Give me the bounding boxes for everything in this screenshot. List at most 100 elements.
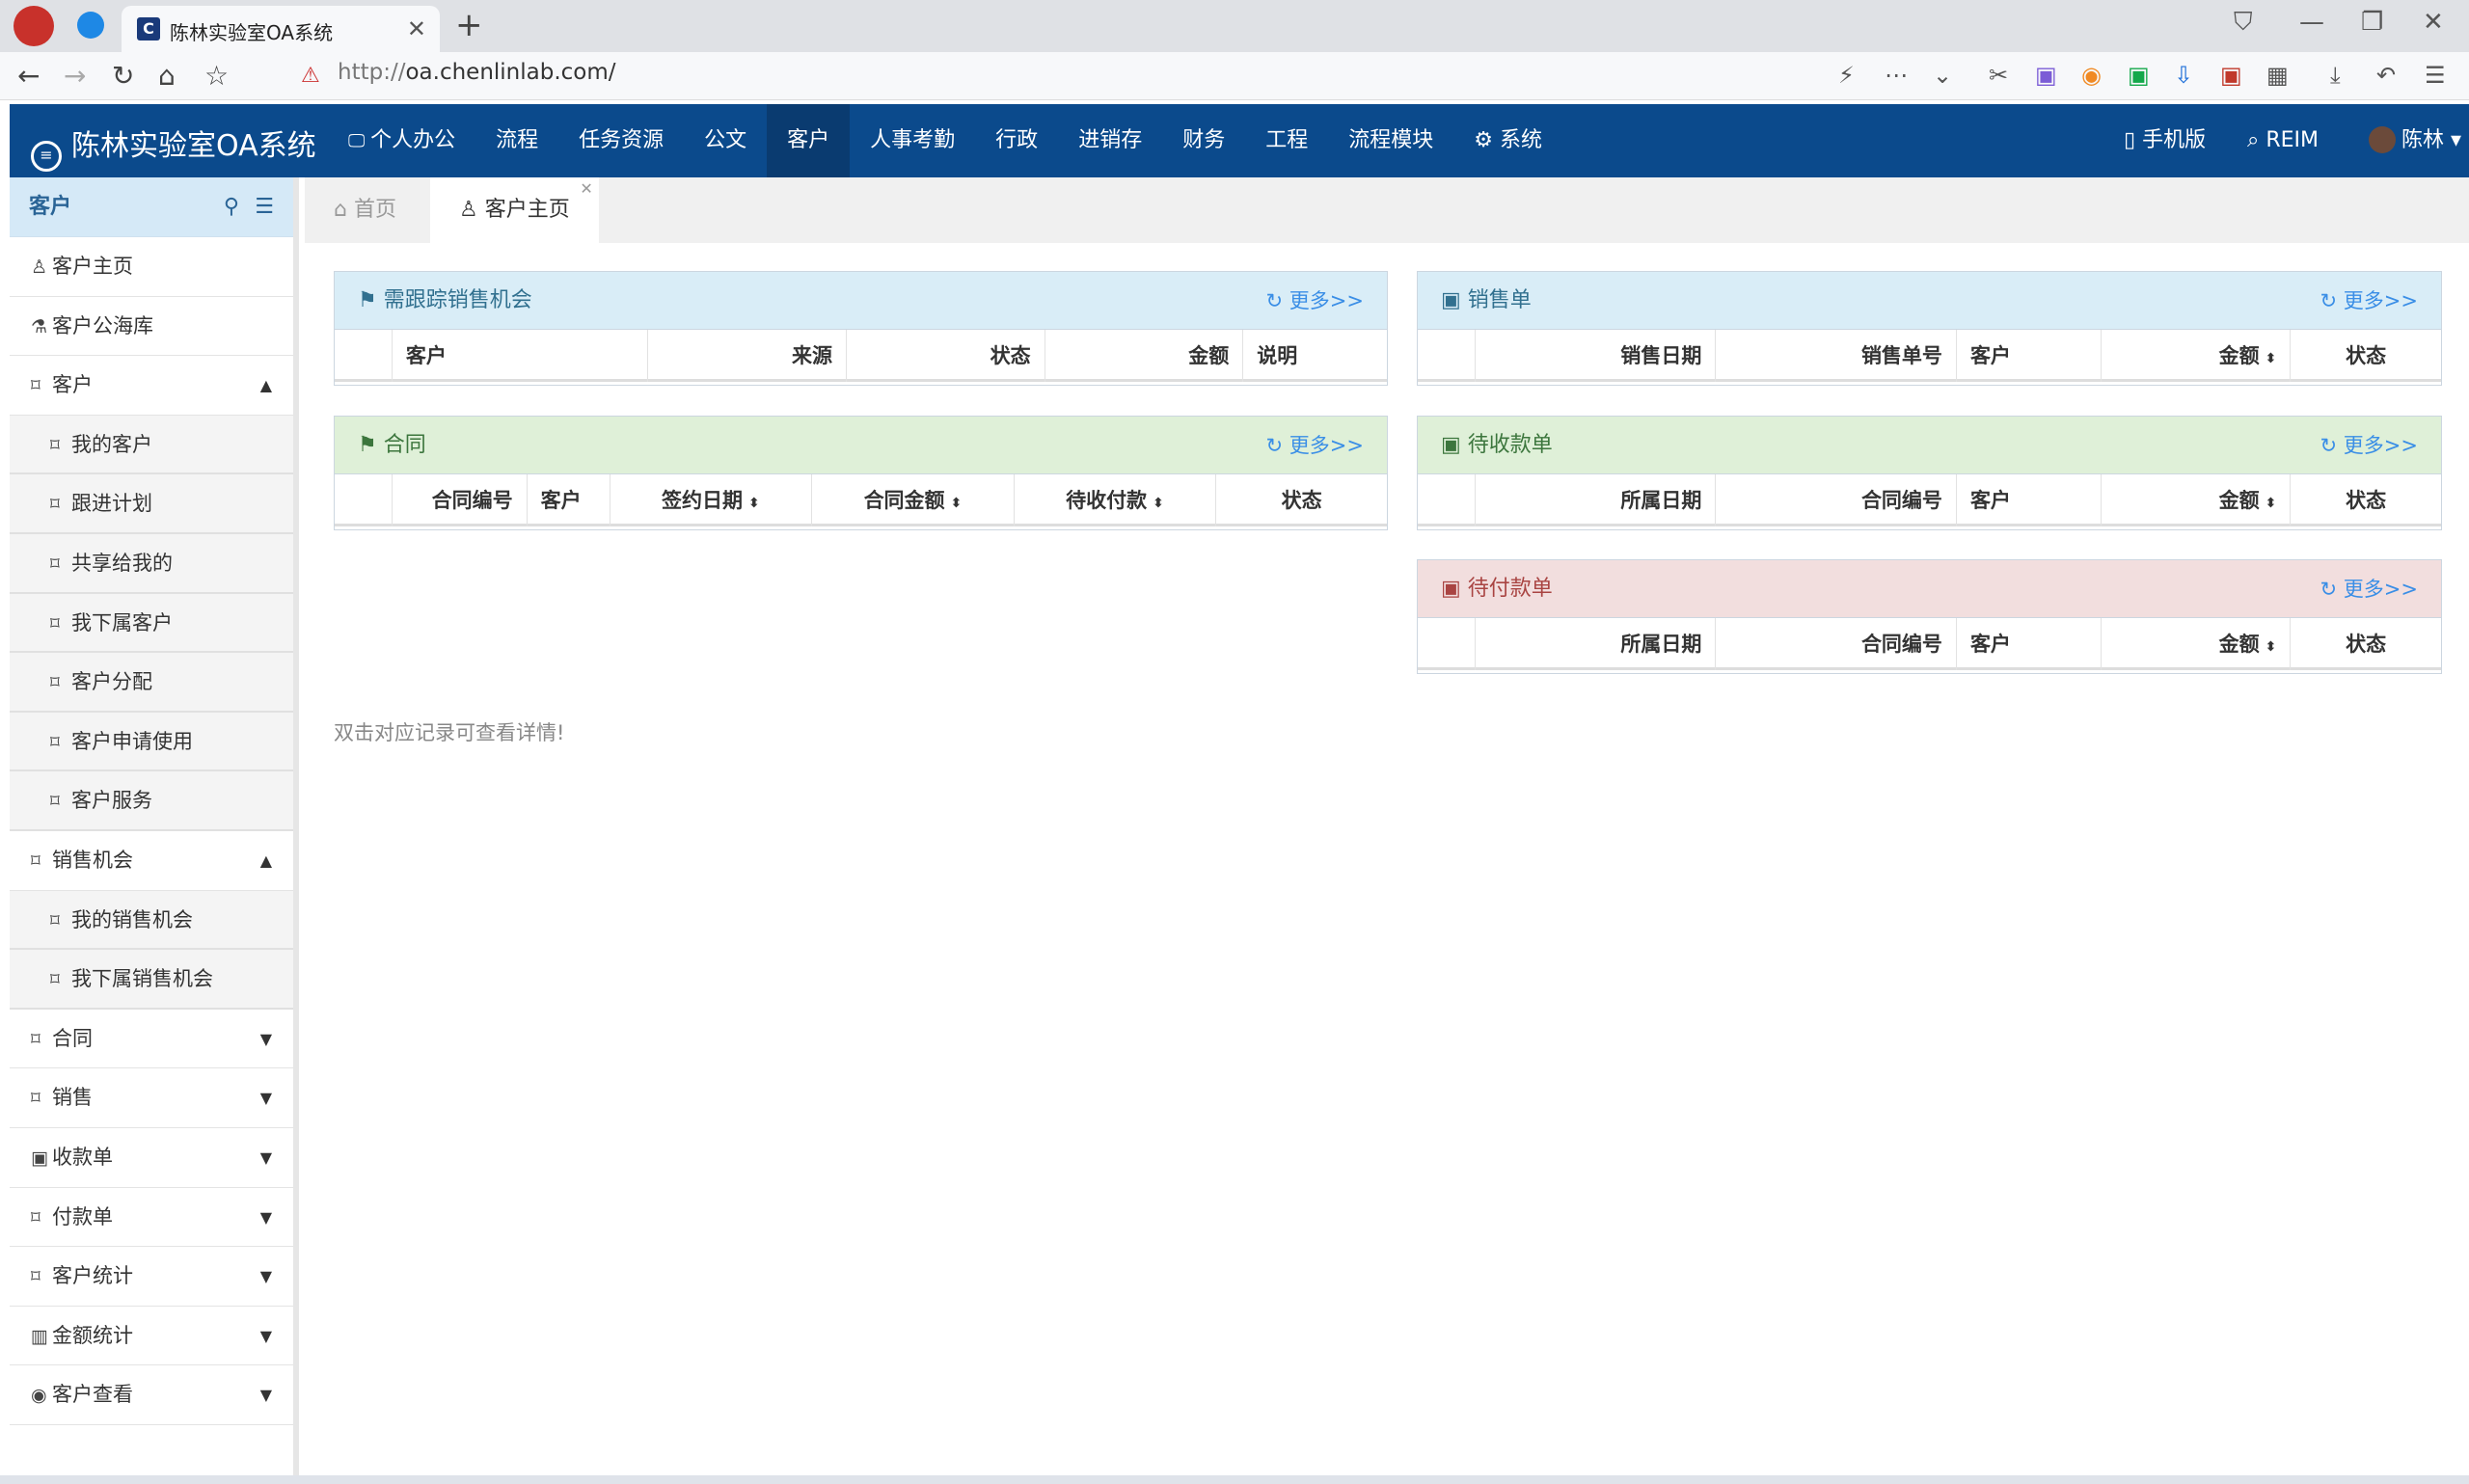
sidebar-item-label: 客户主页 bbox=[52, 255, 133, 278]
nav-menu-item[interactable]: 行政 bbox=[975, 104, 1058, 177]
mobile-link[interactable]: ▯ 手机版 bbox=[2124, 104, 2206, 177]
more-link[interactable]: ↻ 更多>> bbox=[1266, 272, 1365, 330]
sidebar-item-label: 我下属客户 bbox=[71, 610, 173, 634]
panel-title: 待收款单 bbox=[1467, 433, 1553, 457]
more-link[interactable]: ↻ 更多>> bbox=[1266, 417, 1365, 474]
sidebar-item[interactable]: ▥ 金额统计 ▼ bbox=[10, 1307, 293, 1366]
nav-menu-item[interactable]: 流程 bbox=[475, 104, 558, 177]
sidebar-item[interactable]: ⌑ 我的销售机会 bbox=[10, 890, 293, 951]
sidebar-item-label: 金额统计 bbox=[52, 1323, 133, 1347]
table-column-header[interactable]: 金额 ⬍ bbox=[2102, 330, 2292, 382]
table-column-header[interactable]: 签约日期 ⬍ bbox=[610, 474, 813, 526]
lightning-icon[interactable]: ⚡ bbox=[1838, 62, 1855, 89]
sort-icon[interactable]: ⬍ bbox=[2266, 351, 2277, 366]
user-avatar bbox=[2369, 126, 2396, 153]
profile-avatar[interactable] bbox=[14, 6, 54, 46]
nav-menu-item[interactable]: 流程模块 bbox=[1328, 104, 1453, 177]
sidebar-item[interactable]: ⌑ 共享给我的 bbox=[10, 533, 293, 594]
sidebar-item[interactable]: ⌑ 客户分配 bbox=[10, 653, 293, 713]
reader-icon[interactable]: ▣ bbox=[2128, 62, 2150, 89]
browser-extension-icon[interactable] bbox=[77, 12, 104, 39]
sort-icon[interactable]: ⬍ bbox=[748, 496, 760, 511]
sidebar-item-label: 收款单 bbox=[52, 1145, 113, 1169]
sort-icon[interactable]: ⬍ bbox=[1153, 496, 1164, 511]
shirt-icon[interactable]: ⛉ bbox=[2234, 8, 2253, 38]
list-icon[interactable]: ☰ bbox=[255, 177, 274, 237]
more-link[interactable]: ↻ 更多>> bbox=[2320, 272, 2419, 330]
sidebar-item[interactable]: ⌑ 客户统计 ▼ bbox=[10, 1247, 293, 1307]
more-link[interactable]: ↻ 更多>> bbox=[2320, 560, 2419, 618]
sidebar-item[interactable]: ▣ 收款单 ▼ bbox=[10, 1128, 293, 1188]
undo-icon[interactable]: ↶ bbox=[2376, 62, 2396, 89]
favorites-star-icon[interactable]: ☆ bbox=[204, 60, 229, 92]
close-tab-icon[interactable]: ✕ bbox=[407, 15, 426, 42]
menu-icon[interactable]: ☰ bbox=[2425, 62, 2446, 89]
cloud-download-icon[interactable]: ⇩ bbox=[2174, 62, 2193, 89]
table-column-header[interactable]: 金额 ⬍ bbox=[2102, 474, 2292, 526]
sidebar-item[interactable]: ⌑ 付款单 ▼ bbox=[10, 1188, 293, 1248]
nav-menu-item[interactable]: 任务资源 bbox=[558, 104, 684, 177]
nav-menu-item[interactable]: 工程 bbox=[1245, 104, 1328, 177]
new-tab-icon[interactable]: + bbox=[455, 6, 483, 44]
sidebar-item[interactable]: ⌑ 销售 ▼ bbox=[10, 1068, 293, 1128]
brand[interactable]: ≡ 陈林实验室OA系统 bbox=[31, 121, 316, 172]
sidebar-item[interactable]: ⚗ 客户公海库 bbox=[10, 297, 293, 357]
cut-icon[interactable]: ✂ bbox=[1989, 62, 2008, 89]
nav-menu-item[interactable]: 🖵 个人办公 bbox=[328, 104, 475, 177]
sidebar-item[interactable]: ⌑ 客户申请使用 bbox=[10, 712, 293, 772]
game-icon[interactable]: ◉ bbox=[2081, 62, 2102, 89]
table-column-header: 客户 bbox=[528, 474, 610, 526]
table-column-header[interactable]: 金额 ⬍ bbox=[2102, 618, 2292, 670]
more-link[interactable]: ↻ 更多>> bbox=[2320, 417, 2419, 474]
reload-icon[interactable]: ↻ bbox=[112, 60, 134, 92]
reim-link[interactable]: ⌕ REIM bbox=[2247, 104, 2319, 177]
close-tab-icon[interactable]: ✕ bbox=[580, 156, 592, 222]
panel-followup: ⚑ 需跟踪销售机会 ↻ 更多>> 客户 来源 状态 金额 说明 bbox=[334, 271, 1388, 386]
nav-menu-item[interactable]: 人事考勤 bbox=[850, 104, 975, 177]
tab-home[interactable]: ⌂ 首页 bbox=[305, 177, 425, 243]
translate-icon[interactable]: ▣ bbox=[2035, 62, 2057, 89]
table-column-header: 金额 bbox=[1045, 330, 1244, 382]
sort-icon[interactable]: ⬍ bbox=[2266, 639, 2277, 655]
forward-icon[interactable]: → bbox=[64, 60, 86, 92]
panel-header: ⚑ 需跟踪销售机会 ↻ 更多>> bbox=[335, 272, 1387, 330]
restore-icon[interactable]: ❐ bbox=[2361, 8, 2383, 37]
table-column-header[interactable]: 待收付款 ⬍ bbox=[1015, 474, 1217, 526]
nav-menu-item[interactable]: 财务 bbox=[1162, 104, 1245, 177]
sidebar-item[interactable]: ⌑ 我的客户 bbox=[10, 415, 293, 475]
sidebar-item[interactable]: ♙ 客户主页 bbox=[10, 237, 293, 297]
flag-icon: ⚑ bbox=[358, 288, 377, 312]
column-label: 状态 bbox=[990, 344, 1031, 367]
close-window-icon[interactable]: ✕ bbox=[2423, 8, 2444, 37]
tab-customer-home[interactable]: ♙ 客户主页 ✕ bbox=[430, 177, 599, 243]
download-icon[interactable]: ⤓ bbox=[2330, 62, 2341, 89]
sort-icon[interactable]: ⬍ bbox=[951, 496, 963, 511]
sidebar-item[interactable]: ⌑ 客户 ▲ bbox=[10, 356, 293, 416]
more-icon[interactable]: ⋯ bbox=[1885, 62, 1908, 89]
sidebar-item[interactable]: ⌑ 我下属销售机会 bbox=[10, 950, 293, 1010]
dropdown-icon[interactable]: ⌄ bbox=[1933, 62, 1952, 89]
nav-menu-item[interactable]: 进销存 bbox=[1058, 104, 1162, 177]
bookmark-icon: ⌑ bbox=[31, 375, 41, 397]
nav-menu-item[interactable]: ⚙ 系统 bbox=[1453, 104, 1562, 177]
browser-tab-active[interactable]: C 陈林实验室OA系统 ✕ bbox=[122, 6, 440, 52]
nav-menu-item[interactable]: 公文 bbox=[684, 104, 767, 177]
user-menu[interactable]: 陈林 ▾ bbox=[2369, 104, 2461, 177]
table-column-header[interactable]: 合同金额 ⬍ bbox=[812, 474, 1015, 526]
nav-menu-item[interactable]: 客户 bbox=[767, 104, 851, 177]
home-icon[interactable]: ⌂ bbox=[158, 60, 176, 92]
column-label: 金额 bbox=[1188, 344, 1230, 367]
sidebar-item[interactable]: ⌑ 合同 ▼ bbox=[10, 1010, 293, 1069]
search-icon[interactable]: ⚲ bbox=[224, 177, 239, 237]
sidebar-item[interactable]: ⌑ 我下属客户 bbox=[10, 593, 293, 654]
sidebar-item[interactable]: ◉ 客户查看 ▼ bbox=[10, 1365, 293, 1425]
back-icon[interactable]: ← bbox=[17, 60, 40, 92]
minimize-icon[interactable]: — bbox=[2299, 8, 2324, 37]
sort-icon[interactable]: ⬍ bbox=[2266, 496, 2277, 511]
sidebar-item[interactable]: ⌑ 客户服务 bbox=[10, 771, 293, 831]
sidebar-item[interactable]: ⌑ 销售机会 ▲ bbox=[10, 831, 293, 891]
extension-red-icon[interactable]: ▣ bbox=[2220, 62, 2242, 89]
sidebar-item[interactable]: ⌑ 跟进计划 bbox=[10, 474, 293, 534]
url-field[interactable]: http://oa.chenlinlab.com/ bbox=[338, 60, 616, 85]
apps-grid-icon[interactable]: ▦ bbox=[2266, 62, 2289, 89]
